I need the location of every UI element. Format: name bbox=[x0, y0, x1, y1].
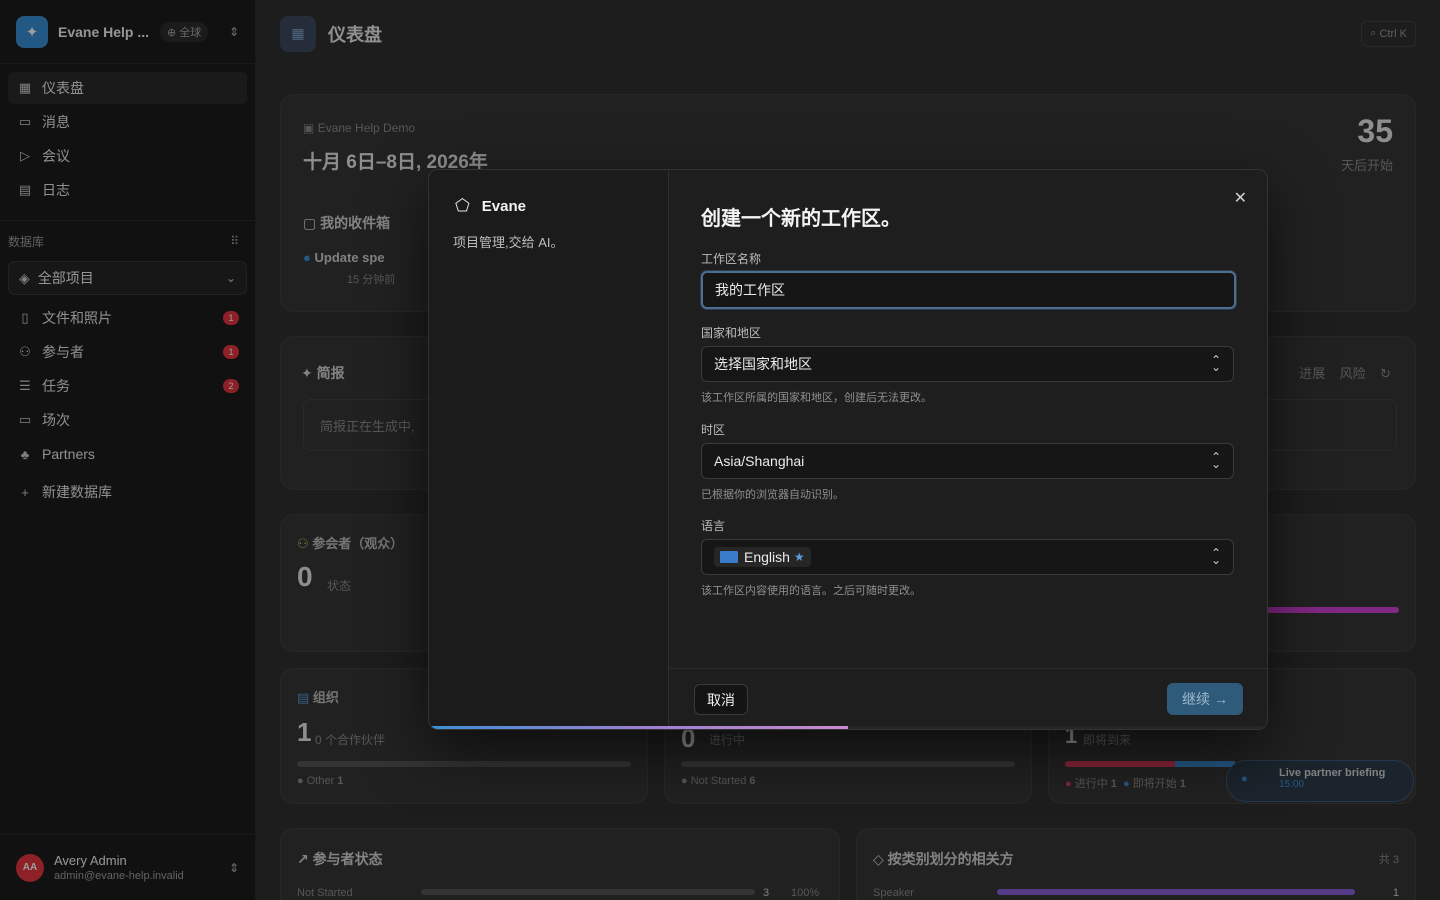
language-label: 语言 bbox=[701, 519, 726, 533]
chevron-updown-icon: ⌃ ⌄ bbox=[1210, 450, 1221, 471]
chevron-updown-icon: ⌃ ⌄ bbox=[1210, 353, 1221, 374]
timezone-label: 时区 bbox=[701, 423, 726, 437]
language-chip: English ★ bbox=[714, 547, 811, 567]
onboarding-progress-fill bbox=[429, 726, 848, 729]
timezone-value: Asia/Shanghai bbox=[714, 453, 805, 469]
workspace-name-input[interactable]: 我的工作区 bbox=[701, 271, 1236, 309]
flag-icon bbox=[720, 551, 738, 563]
country-hint: 该工作区所属的国家和地区，创建后无法更改。 bbox=[701, 392, 932, 404]
continue-button[interactable]: 继续 → bbox=[1167, 683, 1243, 715]
workspace-name-label: 工作区名称 bbox=[701, 252, 762, 266]
brand-tagline: 项目管理,交给 AI。 bbox=[453, 235, 564, 250]
cancel-button[interactable]: 取消 bbox=[694, 684, 748, 715]
continue-label: 继续 bbox=[1182, 691, 1211, 707]
dialog-footer: 取消 继续 → bbox=[669, 668, 1267, 729]
language-hint: 该工作区内容使用的语言。之后可随时更改。 bbox=[701, 585, 921, 597]
evane-logo-icon: ⬠ bbox=[455, 196, 470, 215]
star-icon: ★ bbox=[793, 550, 805, 564]
dialog-sidebar: ⬠ Evane 项目管理,交给 AI。 bbox=[429, 170, 669, 729]
timezone-hint: 已根据你的浏览器自动识别。 bbox=[701, 489, 844, 501]
workspace-name-value: 我的工作区 bbox=[715, 282, 785, 298]
onboarding-progress bbox=[429, 726, 1267, 729]
chevron-updown-icon: ⌃ ⌄ bbox=[1210, 546, 1221, 567]
arrow-right-icon: → bbox=[1213, 691, 1228, 707]
country-select[interactable]: 选择国家和地区 ⌃ ⌄ bbox=[701, 346, 1234, 382]
timezone-select[interactable]: Asia/Shanghai ⌃ ⌄ bbox=[701, 443, 1234, 479]
language-value: English bbox=[744, 549, 790, 565]
country-placeholder: 选择国家和地区 bbox=[714, 356, 812, 372]
close-icon[interactable]: ✕ bbox=[1234, 188, 1247, 208]
country-label: 国家和地区 bbox=[701, 326, 762, 340]
create-workspace-dialog: ⬠ Evane 项目管理,交给 AI。 ✕ 创建一个新的工作区。 工作区名称 我… bbox=[428, 169, 1268, 730]
brand-name: Evane bbox=[481, 197, 526, 215]
dialog-title: 创建一个新的工作区。 bbox=[701, 208, 901, 230]
dialog-form: ✕ 创建一个新的工作区。 工作区名称 我的工作区 国家和地区 选择国家和地区 ⌃… bbox=[669, 170, 1267, 729]
language-select[interactable]: English ★ ⌃ ⌄ bbox=[701, 539, 1234, 575]
